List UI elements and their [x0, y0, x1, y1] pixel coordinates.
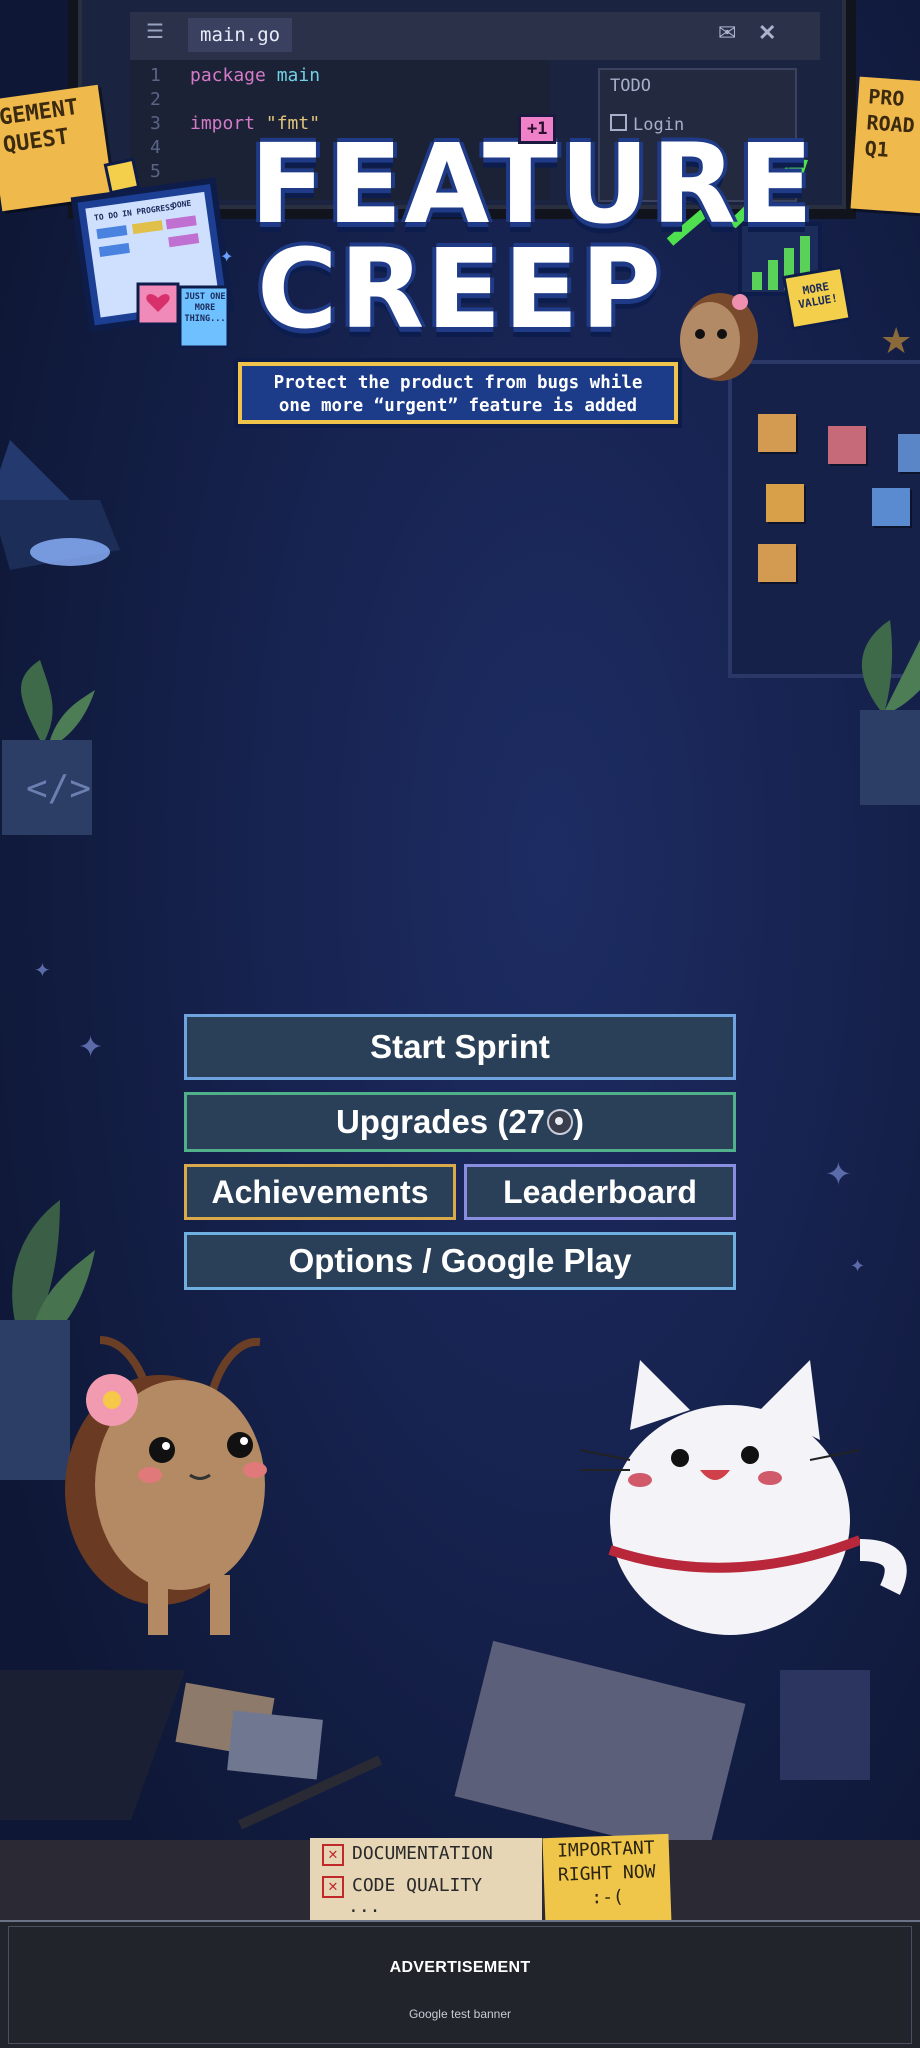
note-item: CODE QUALITY: [352, 1875, 483, 1896]
leaderboard-button[interactable]: Leaderboard: [464, 1164, 736, 1220]
logo-title-line2: CREEP: [256, 225, 664, 353]
note-item: DOCUMENTATION: [352, 1843, 493, 1864]
plus-one-badge: +1: [518, 114, 557, 144]
mail-icon: ✉: [718, 20, 737, 45]
logo-title-line1: FEATURE: [250, 120, 816, 248]
sticky-note-right: PRO ROAD Q1: [850, 76, 920, 216]
tagline-ribbon: Protect the product from bugs while one …: [238, 362, 678, 424]
kanban-card: [766, 484, 804, 522]
svg-text:</>: </>: [26, 768, 91, 809]
cat-mascot: [579, 1360, 907, 1635]
star-icon: ★: [880, 320, 913, 361]
x-box-icon: ✕: [322, 1876, 344, 1898]
game-logo: ✦ ✦ FEATURE CREEP +1 TO DO IN PROGRESS D…: [70, 112, 850, 442]
x-box-icon: ✕: [322, 1844, 344, 1866]
bug-coin-icon: [547, 1109, 574, 1135]
close-icon: ✕: [758, 20, 777, 45]
start-sprint-button[interactable]: Start Sprint: [184, 1014, 736, 1080]
sparkle-icon: ✦: [850, 1256, 866, 1276]
tagline-line1: Protect the product from bugs while: [273, 373, 643, 393]
note-line: :-(: [590, 1886, 625, 1909]
game-title-screen: ☰ main.go ✉ ✕ 1 package main 2 3 import "f…: [0, 0, 920, 2048]
note-line: RIGHT NOW: [557, 1861, 656, 1886]
tagline-line2: one more “urgent” feature is added: [278, 396, 638, 416]
svg-text:✦: ✦: [220, 249, 233, 266]
line-number: 2: [150, 89, 161, 110]
ad-frame: ADVERTISEMENT Google test banner: [8, 1926, 912, 2044]
kanban-card: [758, 544, 796, 582]
sparkle-icon: ✦: [825, 1156, 852, 1192]
ad-subtitle: Google test banner: [408, 2007, 512, 2021]
kanban-card: [872, 488, 910, 526]
code-line: package: [190, 65, 266, 86]
achievements-button[interactable]: Achievements: [184, 1164, 456, 1220]
line-number: 1: [150, 65, 161, 86]
just-one-more-note: JUST ONE MORE THING...: [184, 292, 226, 324]
editor-tab: main.go: [188, 18, 293, 52]
sparkle-icon: ✦: [78, 1031, 104, 1064]
hamburger-menu-icon: ☰: [146, 21, 164, 43]
upgrades-label: Upgrades (27: [335, 1103, 546, 1140]
important-note: IMPORTANT RIGHT NOW :-(: [542, 1833, 672, 1929]
sticky-note-text: PRO ROAD Q1: [863, 84, 916, 162]
options-google-play-button[interactable]: Options / Google Play: [184, 1232, 736, 1290]
ad-banner[interactable]: ADVERTISEMENT Google test banner: [0, 1920, 920, 2048]
ad-title: ADVERTISEMENT: [389, 1959, 531, 1976]
upgrades-label-suffix: ): [573, 1103, 585, 1140]
note-item: ...: [348, 1896, 381, 1917]
sticky-note-text: GEMENT QUEST: [0, 94, 80, 159]
potted-plant-right: [860, 620, 920, 805]
bug-mascot: [65, 1336, 267, 1635]
upgrades-button[interactable]: Upgrades (27): [184, 1092, 736, 1152]
desk-lamp: [0, 440, 120, 570]
kanban-card: [898, 434, 920, 472]
code-token: main: [276, 65, 321, 86]
sparkle-icon: ✦: [34, 960, 51, 982]
todo-title: TODO: [610, 76, 651, 96]
desk-items: [0, 1640, 870, 1840]
mug-plant: </>: [2, 660, 95, 835]
documentation-note: ✕ DOCUMENTATION ✕ CODE QUALITY ...: [310, 1838, 542, 1928]
